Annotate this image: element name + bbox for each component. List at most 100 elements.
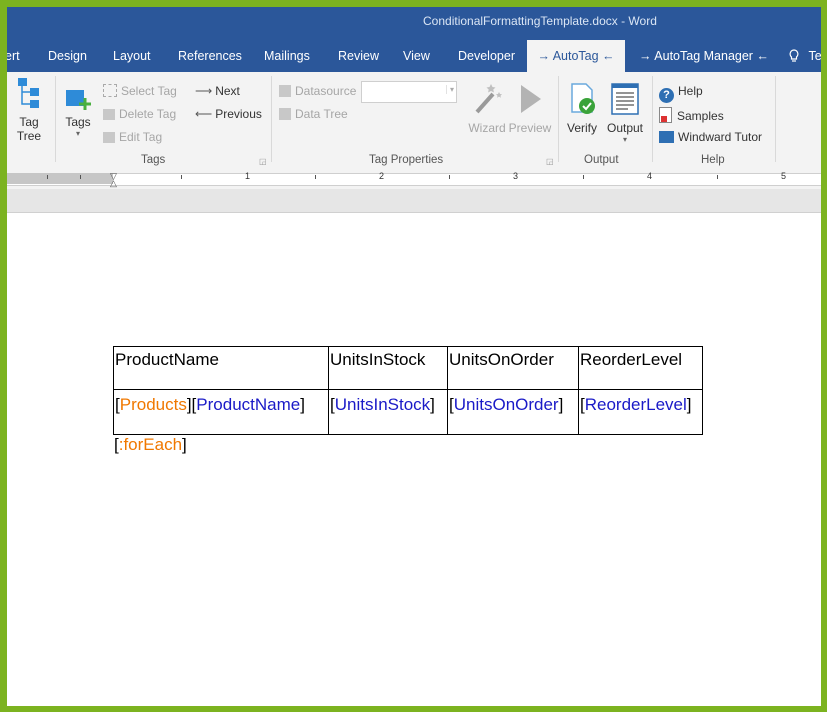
table-header-row: ProductName UnitsInStock UnitsOnOrder Re… [113, 346, 703, 390]
out-tag[interactable]: UnitsInStock [335, 395, 430, 414]
tab-design[interactable]: Design [48, 40, 87, 72]
title-bar: ConditionalFormattingTemplate.docx - Wor… [7, 7, 821, 40]
bracket: ] [686, 395, 692, 414]
tutor-icon [659, 131, 674, 143]
tab-developer[interactable]: Developer [458, 40, 515, 72]
horizontal-ruler[interactable]: ▽ △ 1 2 3 4 5 [7, 167, 821, 189]
tags-dropdown-button[interactable]: Tags ▾ [63, 84, 93, 138]
wizard-button[interactable]: Wizard [467, 82, 507, 135]
tags-label: Tags [65, 115, 91, 129]
tab-review[interactable]: Review [338, 40, 379, 72]
next-button[interactable]: ⟶ Next [195, 84, 240, 98]
ruler-tick [583, 175, 584, 179]
select-tag-label: Select Tag [121, 84, 177, 98]
end-foreach-tag[interactable]: :forEach [119, 435, 182, 454]
delete-tag-button[interactable]: Delete Tag [103, 107, 176, 121]
table-cell[interactable]: [Products][ProductName] [113, 389, 329, 435]
data-tree-button[interactable]: Data Tree [279, 107, 348, 121]
table-cell[interactable]: [UnitsInStock] [328, 389, 448, 435]
group-label-tag-properties: Tag Properties [369, 154, 444, 166]
tab-insert[interactable]: ert [7, 40, 20, 72]
tag-tree-button[interactable]: Tag Tree [11, 76, 47, 143]
tag-tree-label-1: Tag [19, 115, 39, 129]
tab-references[interactable]: References [178, 40, 242, 72]
tab-view[interactable]: View [403, 40, 430, 72]
document-page[interactable]: ProductName UnitsInStock UnitsOnOrder Re… [7, 213, 821, 706]
group-label-tags: Tags [141, 154, 166, 166]
ruler-number: 3 [513, 171, 519, 181]
ruler-strip [7, 173, 821, 186]
out-tag[interactable]: UnitsOnOrder [454, 395, 559, 414]
arrow-right-icon: ⟶ [195, 84, 213, 98]
tag-properties-dialog-launcher-icon[interactable]: ◲ [546, 157, 554, 166]
ruler-tick [181, 175, 182, 179]
verify-button[interactable]: Verify [564, 82, 600, 135]
header-cell[interactable]: UnitsInStock [328, 346, 448, 390]
tags-dialog-launcher-icon[interactable]: ◲ [259, 157, 267, 166]
output-label: Output [606, 121, 644, 135]
tell-me-label: Te [808, 49, 821, 63]
chevron-down-icon: ▾ [445, 85, 454, 94]
template-table[interactable]: ProductName UnitsInStock UnitsOnOrder Re… [113, 346, 703, 435]
indent-marker-icon[interactable]: ▽ △ [109, 172, 118, 188]
window-title: ConditionalFormattingTemplate.docx - Wor… [423, 14, 657, 28]
edit-tag-button[interactable]: Edit Tag [103, 130, 162, 144]
tab-autotag[interactable]: → AutoTag ← [527, 40, 625, 72]
select-tag-button[interactable]: Select Tag [103, 84, 177, 98]
edit-tag-icon [103, 132, 115, 143]
bracket: ] [300, 395, 305, 414]
word-window: ConditionalFormattingTemplate.docx - Wor… [7, 7, 821, 706]
output-icon [611, 83, 639, 115]
out-tag[interactable]: ReorderLevel [585, 395, 687, 414]
preview-button[interactable]: Preview [508, 82, 552, 135]
ribbon: Tag Tree Tags ▾ Select Tag Delete Tag Ed… [7, 72, 821, 168]
edit-tag-label: Edit Tag [119, 130, 163, 144]
tab-autotag-manager[interactable]: → AutoTag Manager ← [639, 40, 769, 72]
tag-tree-icon [18, 78, 39, 108]
bracket: ] [558, 395, 564, 414]
separator [271, 76, 272, 162]
ruler-number: 2 [379, 171, 385, 181]
datasource-icon [279, 85, 291, 97]
previous-button[interactable]: ⟵ Previous [195, 107, 262, 121]
samples-button[interactable]: Samples [659, 107, 724, 123]
help-button[interactable]: ? Help [659, 84, 703, 103]
output-dropdown-button[interactable]: Output ▾ [604, 82, 646, 144]
preview-label: Preview [508, 121, 552, 135]
ruler-number: 1 [245, 171, 251, 181]
windward-tutor-button[interactable]: Windward Tutor [659, 130, 762, 144]
play-icon [521, 85, 541, 113]
tab-mailings[interactable]: Mailings [264, 40, 310, 72]
chevron-down-icon: ▾ [622, 135, 627, 144]
ruler-tick [47, 175, 48, 179]
tutor-label: Windward Tutor [678, 130, 763, 144]
ruler-tick [80, 175, 81, 179]
ruler-number: 5 [781, 171, 787, 181]
select-tag-icon [103, 84, 117, 97]
help-label: Help [678, 84, 703, 98]
header-cell[interactable]: UnitsOnOrder [447, 346, 579, 390]
table-cell[interactable]: [UnitsOnOrder] [447, 389, 579, 435]
next-label: Next [215, 84, 240, 98]
data-tree-label: Data Tree [295, 107, 348, 121]
table-row: [Products][ProductName] [UnitsInStock] [… [113, 389, 703, 435]
separator [775, 76, 776, 162]
datasource-label: Datasource [295, 84, 357, 98]
delete-tag-label: Delete Tag [119, 107, 177, 121]
tab-tell-me[interactable]: Te [789, 40, 821, 72]
datasource-select[interactable]: ▾ [361, 81, 457, 103]
tab-layout[interactable]: Layout [113, 40, 151, 72]
group-label-output: Output [584, 154, 619, 166]
ruler-tick [449, 175, 450, 179]
samples-icon [659, 107, 672, 123]
out-tag[interactable]: ProductName [196, 395, 300, 414]
bracket: ][ [186, 395, 197, 414]
verify-label: Verify [566, 121, 597, 135]
tag-tree-label-2: Tree [16, 129, 42, 143]
add-tag-icon [66, 90, 91, 110]
help-icon: ? [659, 88, 674, 103]
header-cell[interactable]: ReorderLevel [578, 346, 703, 390]
header-cell[interactable]: ProductName [113, 346, 329, 390]
foreach-tag[interactable]: Products [120, 395, 187, 414]
table-cell[interactable]: [ReorderLevel] [578, 389, 703, 435]
